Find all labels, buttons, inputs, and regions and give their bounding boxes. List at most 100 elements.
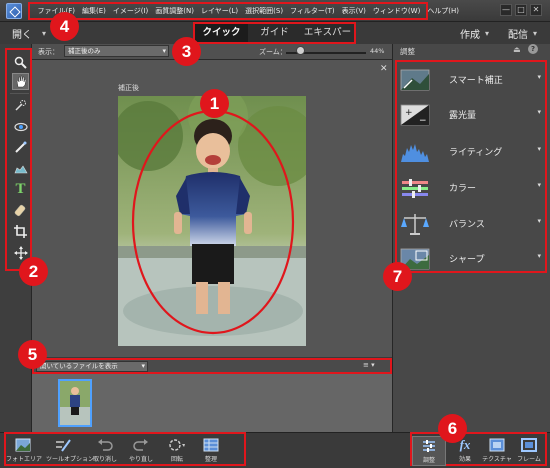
photo-bin-label: フォトエリア xyxy=(6,456,43,463)
chevron-down-icon[interactable]: ▾ xyxy=(42,29,46,38)
adjust-label: スマート補正 xyxy=(449,76,503,86)
view-label: 表示： xyxy=(38,48,59,56)
menu-view[interactable]: 表示(V) xyxy=(338,6,369,16)
bin-menu-icon[interactable]: ≡ ▾ xyxy=(363,361,375,369)
chevron-down-icon[interactable]: ▾ xyxy=(537,108,541,116)
tab-expert[interactable]: エキスパート xyxy=(301,24,354,56)
mode-tabs: クイック ガイド エキスパート xyxy=(193,22,356,56)
svg-text:+: + xyxy=(405,108,413,118)
menu-layer[interactable]: レイヤー(L) xyxy=(197,6,241,16)
menu-enhance[interactable]: 画質調整(N) xyxy=(152,6,198,16)
frames-button[interactable]: フレーム xyxy=(512,436,546,463)
callout-3: 3 xyxy=(172,37,201,66)
tab-guided[interactable]: ガイド xyxy=(248,24,301,42)
red-eye-tool-icon[interactable] xyxy=(12,118,29,135)
menu-window[interactable]: ウィンドウ(W) xyxy=(369,6,423,16)
tool-options-icon xyxy=(46,436,80,453)
whiten-teeth-tool-icon[interactable] xyxy=(12,139,29,156)
close-icon[interactable]: ✕ xyxy=(380,64,388,74)
callout-6: 6 xyxy=(438,414,467,443)
chevron-down-icon[interactable]: ▾ xyxy=(537,145,541,153)
zoom-label: ズーム： xyxy=(259,48,287,56)
chevron-down-icon[interactable]: ▾ xyxy=(537,217,541,225)
photo-bin-select[interactable]: 開いているファイルを表示 xyxy=(36,361,148,372)
minimize-button[interactable]: — xyxy=(500,4,512,16)
organizer-button[interactable]: 整理 xyxy=(194,436,228,463)
menu-select[interactable]: 選択範囲(S) xyxy=(242,6,287,16)
adjust-label: バランス xyxy=(449,220,485,230)
crop-tool-icon[interactable] xyxy=(12,223,29,240)
quick-selection-tool-icon[interactable] xyxy=(12,97,29,114)
frames-label: フレーム xyxy=(517,456,541,463)
effects-label: 効果 xyxy=(458,456,471,463)
help-icon[interactable]: ? xyxy=(528,44,538,54)
reset-icon[interactable]: ⏏ xyxy=(513,45,521,54)
open-button[interactable]: 開く xyxy=(12,26,32,41)
undo-icon xyxy=(88,436,122,453)
redo-button[interactable]: やり直し xyxy=(124,436,158,463)
adjust-item-sharpen[interactable]: シャープ ▾ xyxy=(400,245,545,273)
callout-5: 5 xyxy=(18,340,47,369)
highlight-ellipse xyxy=(131,109,295,335)
textures-label: テクスチャ xyxy=(482,456,512,463)
organizer-icon xyxy=(194,436,228,453)
photo-bin-button[interactable]: フォトエリア xyxy=(6,436,43,463)
adjust-item-balance[interactable]: バランス ▾ xyxy=(400,210,545,238)
toolbox: T xyxy=(5,48,32,271)
menu-edit[interactable]: 編集(E) xyxy=(79,6,110,16)
adjust-item-exposure[interactable]: + − 露光量 ▾ xyxy=(400,101,545,129)
redo-icon xyxy=(124,436,158,453)
spot-healing-tool-icon[interactable] xyxy=(12,202,29,219)
hand-tool-icon[interactable] xyxy=(12,73,29,90)
menu-image[interactable]: イメージ(I) xyxy=(109,6,151,16)
rotate-button[interactable]: 回転 xyxy=(160,436,194,463)
adjust-label: カラー xyxy=(449,184,477,194)
editor-window: { "menu": { "items": ["ファイル(F)","編集(E)",… xyxy=(0,0,550,468)
callout-1: 1 xyxy=(200,89,229,118)
undo-button[interactable]: 取り消し xyxy=(88,436,122,463)
chevron-down-icon[interactable]: ▾ xyxy=(537,252,541,260)
adjust-item-color[interactable]: カラー ▾ xyxy=(400,174,545,202)
undo-label: 取り消し xyxy=(92,456,117,463)
callout-4: 4 xyxy=(50,12,79,41)
maximize-button[interactable]: □ xyxy=(515,4,527,16)
photo-bin-icon xyxy=(6,436,40,453)
after-label: 補正後 xyxy=(118,84,139,92)
tab-quick[interactable]: クイック xyxy=(195,24,248,42)
color-icon xyxy=(400,176,430,200)
lighting-icon xyxy=(400,140,430,164)
chevron-down-icon[interactable]: ▾ xyxy=(537,181,541,189)
textures-button[interactable]: テクスチャ xyxy=(480,436,514,463)
adjust-label: シャープ xyxy=(449,255,485,265)
balance-icon xyxy=(400,212,430,236)
frames-icon xyxy=(512,436,546,453)
callout-2: 2 xyxy=(19,257,48,286)
chevron-down-icon[interactable]: ▾ xyxy=(533,29,537,38)
menu-help[interactable]: ヘルプ(H) xyxy=(424,6,463,16)
zoom-value: 44% xyxy=(370,47,385,55)
make-dull-sky-blue-icon[interactable] xyxy=(12,160,29,177)
chevron-down-icon[interactable]: ▾ xyxy=(485,29,489,38)
menu-filter[interactable]: フィルター(T) xyxy=(287,6,339,16)
textures-icon xyxy=(480,436,514,453)
exposure-icon: + − xyxy=(400,103,430,127)
adjustments-label: 調整 xyxy=(422,457,435,464)
zoom-tool-icon[interactable] xyxy=(12,54,29,71)
organizer-label: 整理 xyxy=(204,456,217,463)
chevron-down-icon[interactable]: ▾ xyxy=(537,73,541,81)
close-window-button[interactable]: ✕ xyxy=(530,4,542,16)
adjust-item-smart-fix[interactable]: スマート補正 ▾ xyxy=(400,66,545,94)
text-tool-icon[interactable]: T xyxy=(12,181,29,198)
menu-bar: ファイル(F) 編集(E) イメージ(I) 画質調整(N) レイヤー(L) 選択… xyxy=(28,2,459,20)
adjust-label: ライティング xyxy=(449,148,503,158)
redo-label: やり直し xyxy=(128,456,153,463)
tool-options-label: ツールオプション xyxy=(46,456,95,463)
callout-7: 7 xyxy=(383,262,412,291)
photo-thumbnail[interactable] xyxy=(58,379,92,427)
create-button[interactable]: 作成 xyxy=(460,26,480,41)
adjust-item-lighting[interactable]: ライティング ▾ xyxy=(400,138,545,166)
view-select[interactable]: 補正後のみ xyxy=(64,45,169,57)
share-button[interactable]: 配信 xyxy=(508,26,528,41)
tool-options-button[interactable]: ツールオプション xyxy=(46,436,95,463)
adjustments-button[interactable]: 調整 xyxy=(412,436,446,466)
